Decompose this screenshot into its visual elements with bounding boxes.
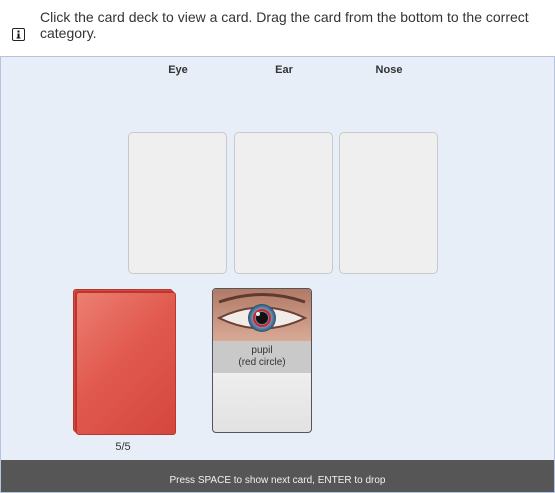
deck-top-card[interactable] (76, 292, 176, 435)
category-label-ear: Ear (275, 64, 293, 76)
deck-count: 5/5 (115, 441, 131, 453)
card-caption: pupil (red circle) (213, 341, 311, 373)
card-sort-activity: Eye Ear Nose 5/5 pupil (red circle) Pres… (0, 56, 555, 493)
keyboard-hint-bar: Press SPACE to show next card, ENTER to … (1, 460, 554, 492)
current-card[interactable]: pupil (red circle) (212, 288, 312, 433)
category-label-eye: Eye (168, 64, 188, 76)
instructions-text: Click the card deck to view a card. Drag… (40, 9, 529, 41)
instructions: Click the card deck to view a card. Drag… (12, 9, 547, 49)
card-caption-line1: pupil (251, 345, 273, 356)
eye-closeup-image (213, 289, 311, 341)
category-label-nose: Nose (375, 64, 403, 76)
card-deck[interactable] (73, 289, 176, 435)
drop-zone-eye[interactable] (128, 132, 227, 274)
drop-zone-nose[interactable] (339, 132, 438, 274)
keyboard-hint-text: Press SPACE to show next card, ENTER to … (169, 475, 386, 486)
card-caption-line2: (red circle) (238, 357, 286, 368)
drop-zone-ear[interactable] (234, 132, 333, 274)
info-icon[interactable] (12, 28, 25, 41)
